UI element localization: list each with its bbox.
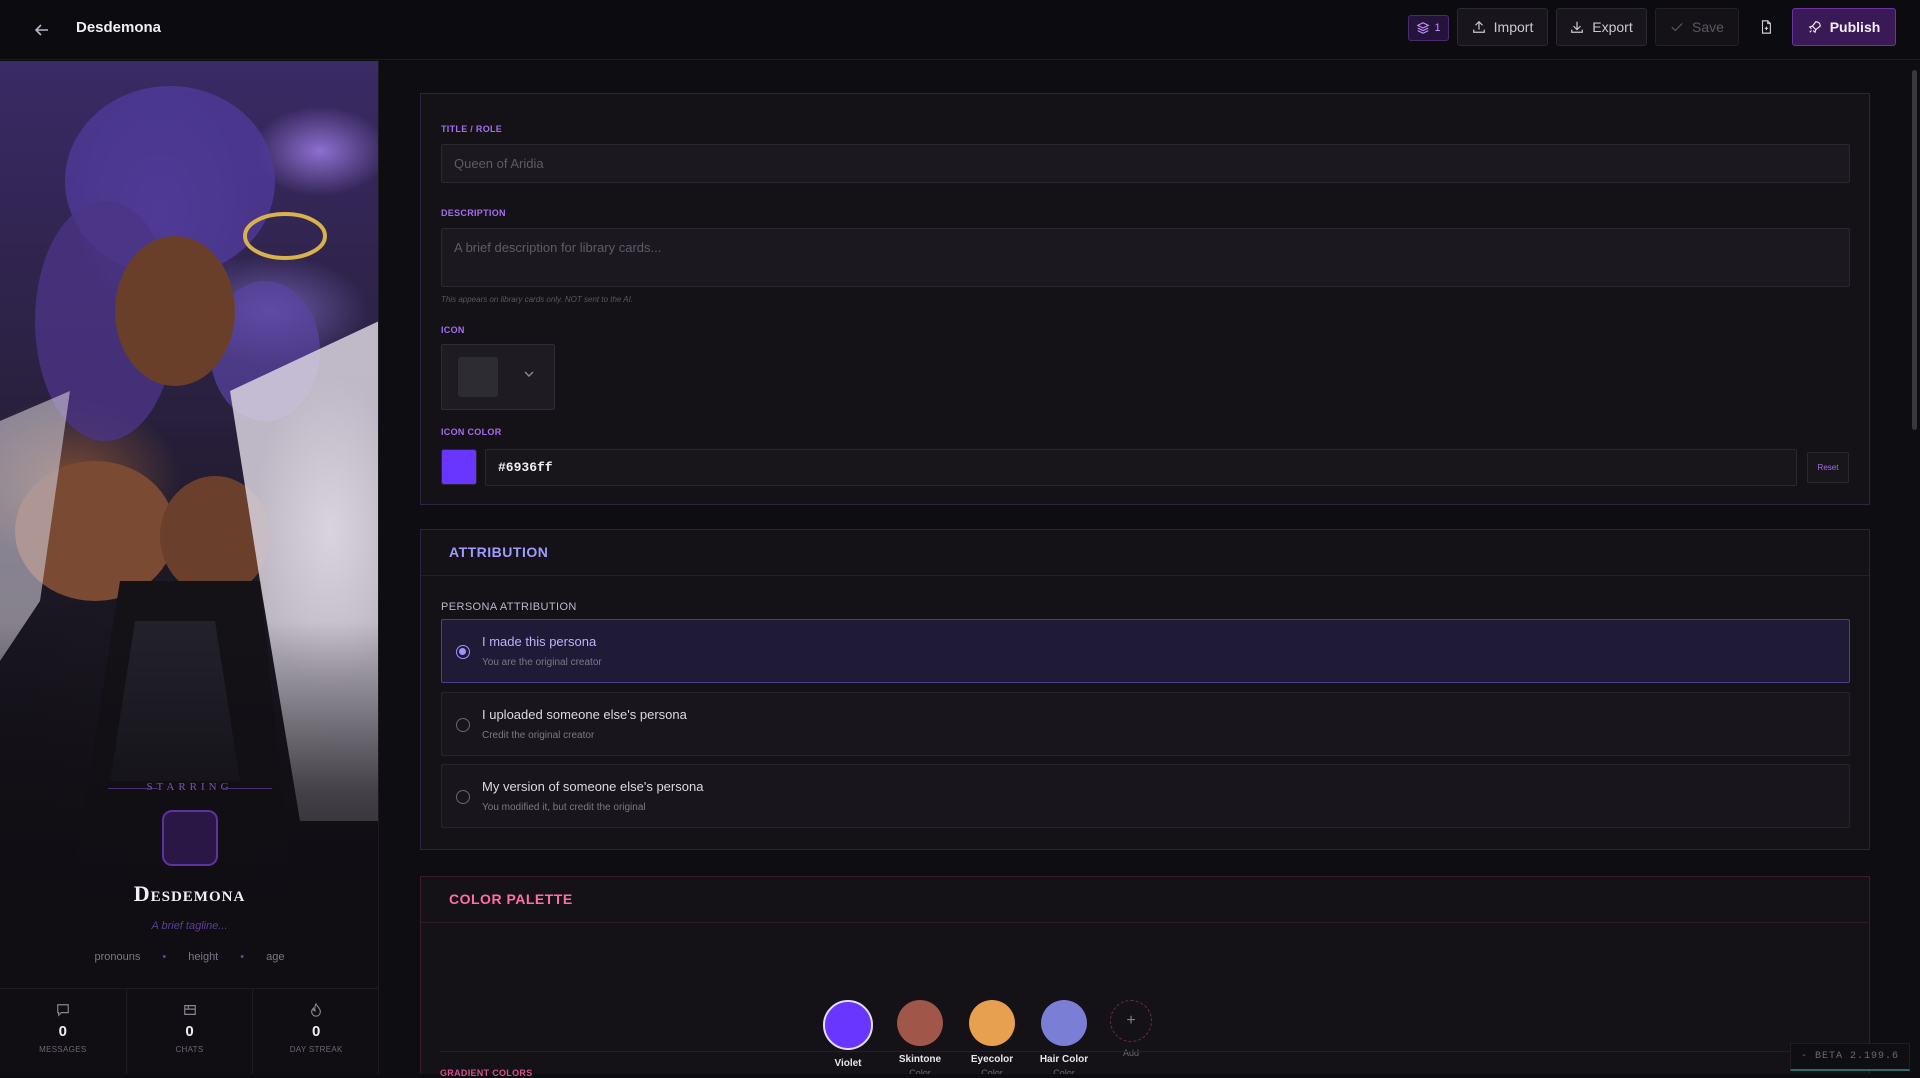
editor-main: TITLE / ROLE Queen of Aridia DESCRIPTION… bbox=[380, 61, 1920, 1074]
description-hint: This appears on library cards only. NOT … bbox=[441, 295, 634, 304]
publish-label: Publish bbox=[1829, 19, 1881, 35]
stat-messages: 0 MESSAGES bbox=[0, 989, 127, 1074]
import-button[interactable]: Import bbox=[1457, 8, 1548, 46]
stat-streak: 0 DAY STREAK bbox=[253, 989, 378, 1074]
scrollbar[interactable] bbox=[1912, 70, 1917, 430]
palette-swatch-hair-color[interactable]: Hair Color Color bbox=[1029, 1000, 1099, 1074]
version-badge: - BETA 2.199.6 bbox=[1790, 1043, 1910, 1071]
reset-button[interactable]: Reset bbox=[1807, 452, 1849, 483]
save-label: Save bbox=[1692, 19, 1724, 35]
swatch-kind: Color bbox=[1053, 1068, 1075, 1074]
rocket-icon bbox=[1808, 21, 1821, 34]
swatch-circle bbox=[1041, 1000, 1087, 1046]
radio-button[interactable] bbox=[456, 645, 470, 659]
option-title: My version of someone else's persona bbox=[482, 779, 704, 794]
swatch-circle bbox=[897, 1000, 943, 1046]
avatar[interactable] bbox=[162, 810, 218, 866]
attribution-option-uploaded[interactable]: I uploaded someone else's persona Credit… bbox=[441, 692, 1850, 756]
page-title: Desdemona bbox=[76, 19, 162, 36]
chevron-down-icon bbox=[524, 369, 534, 382]
gradient-colors-label: GRADIENT COLORS bbox=[440, 1068, 533, 1078]
plus-icon: + bbox=[1110, 1000, 1152, 1042]
save-button[interactable]: Save bbox=[1655, 8, 1739, 46]
tagline-placeholder[interactable]: A brief tagline... bbox=[0, 920, 378, 932]
icon-color-swatch[interactable] bbox=[441, 449, 477, 485]
swatch-name: Eyecolor bbox=[970, 1054, 1014, 1065]
option-title: I uploaded someone else's persona bbox=[482, 707, 687, 722]
palette-divider bbox=[440, 1051, 1849, 1052]
swatch-circle bbox=[823, 1000, 873, 1050]
radio-button[interactable] bbox=[456, 790, 470, 804]
top-bar: Desdemona 1 Import Export Save Publish bbox=[0, 0, 1920, 60]
layers-count: 1 bbox=[1434, 22, 1441, 34]
stat-value: 0 bbox=[312, 1023, 321, 1040]
palette-swatch-skintone[interactable]: Skintone Color bbox=[885, 1000, 955, 1074]
profile-panel: STARRING Desdemona A brief tagline... pr… bbox=[0, 61, 379, 1074]
meta-age[interactable]: age bbox=[244, 951, 306, 963]
title-role-label: TITLE / ROLE bbox=[441, 124, 503, 134]
stat-label: MESSAGES bbox=[39, 1045, 87, 1054]
stat-chats: 0 CHATS bbox=[127, 989, 254, 1074]
title-role-input[interactable]: Queen of Aridia bbox=[441, 144, 1850, 183]
stat-value: 0 bbox=[185, 1023, 194, 1040]
attribution-card: ATTRIBUTION PERSONA ATTRIBUTION I made t… bbox=[420, 529, 1870, 850]
download-icon bbox=[1571, 21, 1584, 33]
attribution-option-modified[interactable]: My version of someone else's persona You… bbox=[441, 764, 1850, 828]
upload-icon bbox=[1472, 20, 1485, 33]
persona-attribution-label: PERSONA ATTRIBUTION bbox=[441, 601, 577, 613]
icon-picker[interactable] bbox=[441, 344, 555, 410]
stat-label: DAY STREAK bbox=[289, 1045, 343, 1054]
check-icon bbox=[1671, 23, 1683, 32]
stat-label: CHATS bbox=[175, 1045, 204, 1054]
palette-swatch-eyecolor[interactable]: Eyecolor Color bbox=[957, 1000, 1027, 1074]
stats-bar: 0 MESSAGES 0 CHATS 0 DAY STREAK bbox=[0, 988, 378, 1074]
meta-height[interactable]: height bbox=[166, 951, 240, 963]
option-subtitle: You are the original creator bbox=[482, 657, 602, 668]
details-card: TITLE / ROLE Queen of Aridia DESCRIPTION… bbox=[420, 93, 1870, 505]
publish-button[interactable]: Publish bbox=[1792, 8, 1896, 46]
character-name: Desdemona bbox=[133, 881, 246, 906]
swatch-name: Skintone bbox=[898, 1054, 942, 1065]
add-swatch-button[interactable]: + Add bbox=[1096, 1000, 1166, 1058]
swatch-circle bbox=[969, 1000, 1015, 1046]
flame-icon bbox=[311, 1003, 322, 1017]
import-label: Import bbox=[1493, 19, 1534, 35]
export-label: Export bbox=[1592, 19, 1633, 35]
swatch-name: Hair Color bbox=[1039, 1054, 1089, 1065]
swatch-kind: Color bbox=[981, 1068, 1003, 1074]
layers-icon bbox=[1416, 22, 1430, 34]
description-input[interactable]: A brief description for library cards... bbox=[441, 228, 1850, 287]
attribution-heading: ATTRIBUTION bbox=[421, 530, 1869, 576]
radio-button[interactable] bbox=[456, 718, 470, 732]
chats-icon bbox=[183, 1005, 196, 1015]
color-palette-heading: COLOR PALETTE bbox=[421, 877, 1869, 923]
back-arrow-icon[interactable] bbox=[28, 17, 56, 43]
character-meta: pronouns • height • age bbox=[0, 951, 378, 963]
description-label: DESCRIPTION bbox=[441, 208, 506, 218]
icon-label: ICON bbox=[441, 325, 465, 335]
stat-value: 0 bbox=[58, 1023, 67, 1040]
icon-color-label: ICON COLOR bbox=[441, 427, 502, 437]
meta-pronouns[interactable]: pronouns bbox=[73, 951, 163, 963]
message-icon bbox=[57, 1004, 69, 1017]
swatch-name: Violet bbox=[834, 1058, 862, 1069]
swatch-kind: Color bbox=[909, 1068, 931, 1074]
attribution-option-made[interactable]: I made this persona You are the original… bbox=[441, 619, 1850, 683]
add-label: Add bbox=[1122, 1048, 1139, 1058]
file-icon[interactable] bbox=[1753, 8, 1779, 46]
option-title: I made this persona bbox=[482, 634, 597, 649]
export-button[interactable]: Export bbox=[1556, 8, 1647, 46]
layers-count-badge[interactable]: 1 bbox=[1408, 15, 1449, 41]
icon-preview bbox=[458, 357, 498, 397]
palette-swatch-violet[interactable]: Violet Signature bbox=[813, 1000, 883, 1074]
icon-color-input[interactable]: #6936ff bbox=[485, 449, 1797, 486]
starring-label: STARRING bbox=[146, 781, 233, 793]
option-subtitle: You modified it, but credit the original bbox=[482, 802, 646, 813]
option-subtitle: Credit the original creator bbox=[482, 730, 595, 741]
